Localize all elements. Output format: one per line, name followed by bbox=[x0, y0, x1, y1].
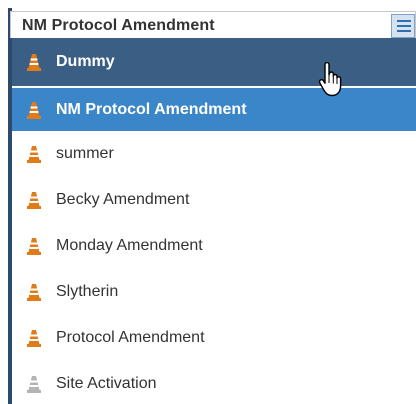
list-item-becky-amendment[interactable]: Becky Amendment bbox=[12, 177, 416, 223]
list-item-label: Slytherin bbox=[56, 283, 119, 300]
study-selector-header[interactable]: NM Protocol Amendment bbox=[10, 11, 416, 38]
list-item-dummy[interactable]: Dummy bbox=[12, 38, 416, 86]
list-item-label: summer bbox=[56, 145, 114, 162]
traffic-cone-icon bbox=[27, 54, 41, 71]
list-item-label: Monday Amendment bbox=[56, 237, 203, 254]
list-item-label: Dummy bbox=[56, 53, 115, 70]
list-item-label: Site Activation bbox=[56, 375, 157, 392]
traffic-cone-icon bbox=[27, 376, 41, 393]
traffic-cone-icon bbox=[27, 238, 41, 255]
list-item-nm-protocol-amendment[interactable]: NM Protocol Amendment bbox=[12, 86, 416, 131]
list-item-summer[interactable]: summer bbox=[12, 131, 416, 177]
selected-study-title: NM Protocol Amendment bbox=[22, 17, 215, 34]
list-item-monday-amendment[interactable]: Monday Amendment bbox=[12, 223, 416, 269]
list-item-slytherin[interactable]: Slytherin bbox=[12, 269, 416, 315]
study-list: Dummy NM Protocol Amendment summer Becky… bbox=[12, 38, 416, 404]
traffic-cone-icon bbox=[27, 330, 41, 347]
list-item-label: NM Protocol Amendment bbox=[56, 100, 247, 118]
hamburger-icon[interactable] bbox=[391, 14, 415, 38]
list-item-label: Becky Amendment bbox=[56, 191, 190, 208]
list-item-protocol-amendment[interactable]: Protocol Amendment bbox=[12, 315, 416, 361]
list-item-site-activation[interactable]: Site Activation bbox=[12, 361, 416, 404]
traffic-cone-icon bbox=[27, 101, 41, 119]
list-item-label: Protocol Amendment bbox=[56, 329, 205, 346]
traffic-cone-icon bbox=[27, 146, 41, 163]
traffic-cone-icon bbox=[27, 284, 41, 301]
study-selector-dropdown: NM Protocol Amendment Dummy NM Protocol … bbox=[0, 0, 416, 404]
traffic-cone-icon bbox=[27, 192, 41, 209]
hand-pointer-cursor-icon bbox=[318, 62, 342, 97]
